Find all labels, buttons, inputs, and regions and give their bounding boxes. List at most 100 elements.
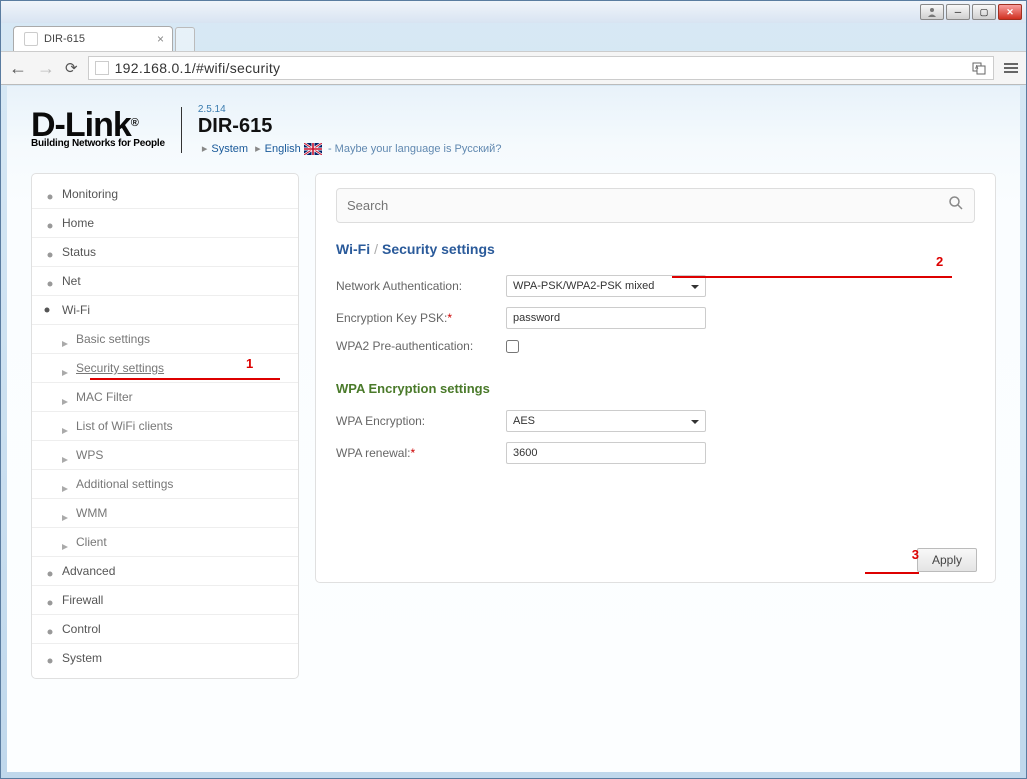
bullet-icon	[62, 481, 68, 487]
main-layout: Monitoring Home Status Net Wi-Fi Basic s…	[7, 163, 1020, 703]
sidebar-label: Firewall	[62, 593, 103, 607]
annotation-number-3: 3	[912, 547, 919, 562]
annotation-underline-3	[865, 572, 919, 574]
tab-close-icon[interactable]: ×	[157, 32, 164, 46]
crumb-system[interactable]: System	[211, 143, 248, 155]
translate-icon[interactable]: A	[971, 60, 987, 76]
chevron-right-icon	[46, 625, 54, 633]
sidebar-item-monitoring[interactable]: Monitoring	[32, 180, 298, 209]
chevron-right-icon	[46, 596, 54, 604]
sidebar-item-wifi[interactable]: Wi-Fi	[32, 296, 298, 325]
reload-button[interactable]: ⟳	[65, 59, 78, 77]
sidebar-item-home[interactable]: Home	[32, 209, 298, 238]
url-text: 192.168.0.1/#wifi/security	[115, 60, 965, 76]
browser-tab[interactable]: DIR-615 ×	[13, 26, 173, 51]
sidebar-sub-macfilter[interactable]: MAC Filter	[32, 383, 298, 412]
tab-title: DIR-615	[44, 33, 85, 45]
chevron-right-icon	[46, 277, 54, 285]
brand-name: D-Link	[31, 106, 131, 144]
sidebar-label: Status	[62, 245, 96, 259]
field-network-auth: Network Authentication: WPA-PSK/WPA2-PSK…	[336, 275, 975, 297]
chevron-down-icon	[46, 306, 54, 314]
title-current: Security settings	[382, 241, 495, 257]
field-preauth: WPA2 Pre-authentication:	[336, 339, 975, 353]
sidebar-sub-wps[interactable]: WPS	[32, 441, 298, 470]
sidebar-item-status[interactable]: Status	[32, 238, 298, 267]
sidebar-sub-clients[interactable]: List of WiFi clients	[32, 412, 298, 441]
new-tab-button[interactable]	[175, 27, 195, 51]
language-prompt[interactable]: - Maybe your language is Русский?	[328, 143, 502, 155]
maximize-button[interactable]: ▢	[972, 4, 996, 20]
bullet-icon	[62, 423, 68, 429]
sidebar-sub-basic[interactable]: Basic settings	[32, 325, 298, 354]
sidebar-sub-additional[interactable]: Additional settings	[32, 470, 298, 499]
content-panel: Wi-Fi/Security settings Network Authenti…	[315, 173, 996, 583]
close-button[interactable]: ✕	[998, 4, 1022, 20]
caret-down-icon	[691, 420, 699, 424]
input-wpa-renewal[interactable]	[506, 442, 706, 464]
search-box[interactable]	[336, 188, 975, 223]
chevron-right-icon	[46, 219, 54, 227]
sidebar-sub-security[interactable]: Security settings 1	[32, 354, 298, 383]
input-encryption-key[interactable]	[506, 307, 706, 329]
sidebar-sub-client[interactable]: Client	[32, 528, 298, 557]
label-wpa-renewal: WPA renewal:*	[336, 446, 506, 460]
page-icon	[95, 61, 109, 75]
minimize-button[interactable]: ─	[946, 4, 970, 20]
sidebar-item-control[interactable]: Control	[32, 615, 298, 644]
section-wpa-encryption: WPA Encryption settings	[336, 381, 975, 396]
title-parent: Wi-Fi	[336, 241, 370, 257]
sidebar-sublabel: Additional settings	[76, 477, 173, 491]
crumb-language[interactable]: English	[265, 143, 301, 155]
forward-button[interactable]: →	[37, 58, 55, 79]
sidebar-sublabel: Security settings	[76, 361, 164, 375]
tab-strip: DIR-615 ×	[1, 23, 1026, 51]
address-bar[interactable]: 192.168.0.1/#wifi/security A	[88, 56, 994, 80]
sidebar-label: Monitoring	[62, 187, 118, 201]
sidebar-label: Home	[62, 216, 94, 230]
favicon-icon	[24, 32, 38, 46]
back-button[interactable]: ←	[9, 58, 27, 79]
sidebar-label: Wi-Fi	[62, 303, 90, 317]
select-value: AES	[513, 415, 535, 427]
annotation-number-2: 2	[936, 254, 943, 269]
field-encryption-key: Encryption Key PSK:*	[336, 307, 975, 329]
checkbox-preauth[interactable]	[506, 340, 519, 353]
registered-icon: ®	[131, 117, 138, 129]
sidebar-item-system[interactable]: System	[32, 644, 298, 672]
annotation-underline-2	[672, 276, 952, 278]
sidebar-item-net[interactable]: Net	[32, 267, 298, 296]
chevron-right-icon	[46, 248, 54, 256]
select-wpa-encryption[interactable]: AES	[506, 410, 706, 432]
caret-down-icon	[691, 285, 699, 289]
label-preauth: WPA2 Pre-authentication:	[336, 339, 506, 353]
user-button[interactable]	[920, 4, 944, 20]
sidebar-sub-wmm[interactable]: WMM	[32, 499, 298, 528]
sidebar-sublabel: MAC Filter	[76, 390, 133, 404]
bullet-icon	[62, 539, 68, 545]
field-wpa-encryption: WPA Encryption: AES	[336, 410, 975, 432]
browser-toolbar: ← → ⟳ 192.168.0.1/#wifi/security A	[1, 51, 1026, 85]
bullet-icon	[62, 365, 68, 371]
breadcrumb: ▸System ▸English - Maybe your language i…	[198, 142, 502, 155]
sidebar-label: System	[62, 651, 102, 665]
sidebar-sublabel: Basic settings	[76, 332, 150, 346]
firmware-version: 2.5.14	[198, 104, 502, 115]
sidebar-item-firewall[interactable]: Firewall	[32, 586, 298, 615]
sidebar-sublabel: Client	[76, 535, 107, 549]
select-network-auth[interactable]: WPA-PSK/WPA2-PSK mixed	[506, 275, 706, 297]
menu-button[interactable]	[1004, 63, 1018, 73]
search-input[interactable]	[347, 198, 948, 213]
apply-button[interactable]: Apply	[917, 548, 977, 572]
bullet-icon	[62, 510, 68, 516]
search-icon[interactable]	[948, 195, 964, 216]
sidebar-label: Advanced	[62, 564, 115, 578]
browser-window: ─ ▢ ✕ DIR-615 × ← → ⟳ 192.168.0.1/#wifi/…	[0, 0, 1027, 779]
brand-logo: D-Link® Building Networks for People	[31, 110, 165, 149]
bullet-icon	[62, 394, 68, 400]
bullet-icon	[62, 336, 68, 342]
field-wpa-renewal: WPA renewal:*	[336, 442, 975, 464]
divider	[181, 107, 182, 153]
page-title: Wi-Fi/Security settings	[336, 241, 975, 257]
sidebar-item-advanced[interactable]: Advanced	[32, 557, 298, 586]
